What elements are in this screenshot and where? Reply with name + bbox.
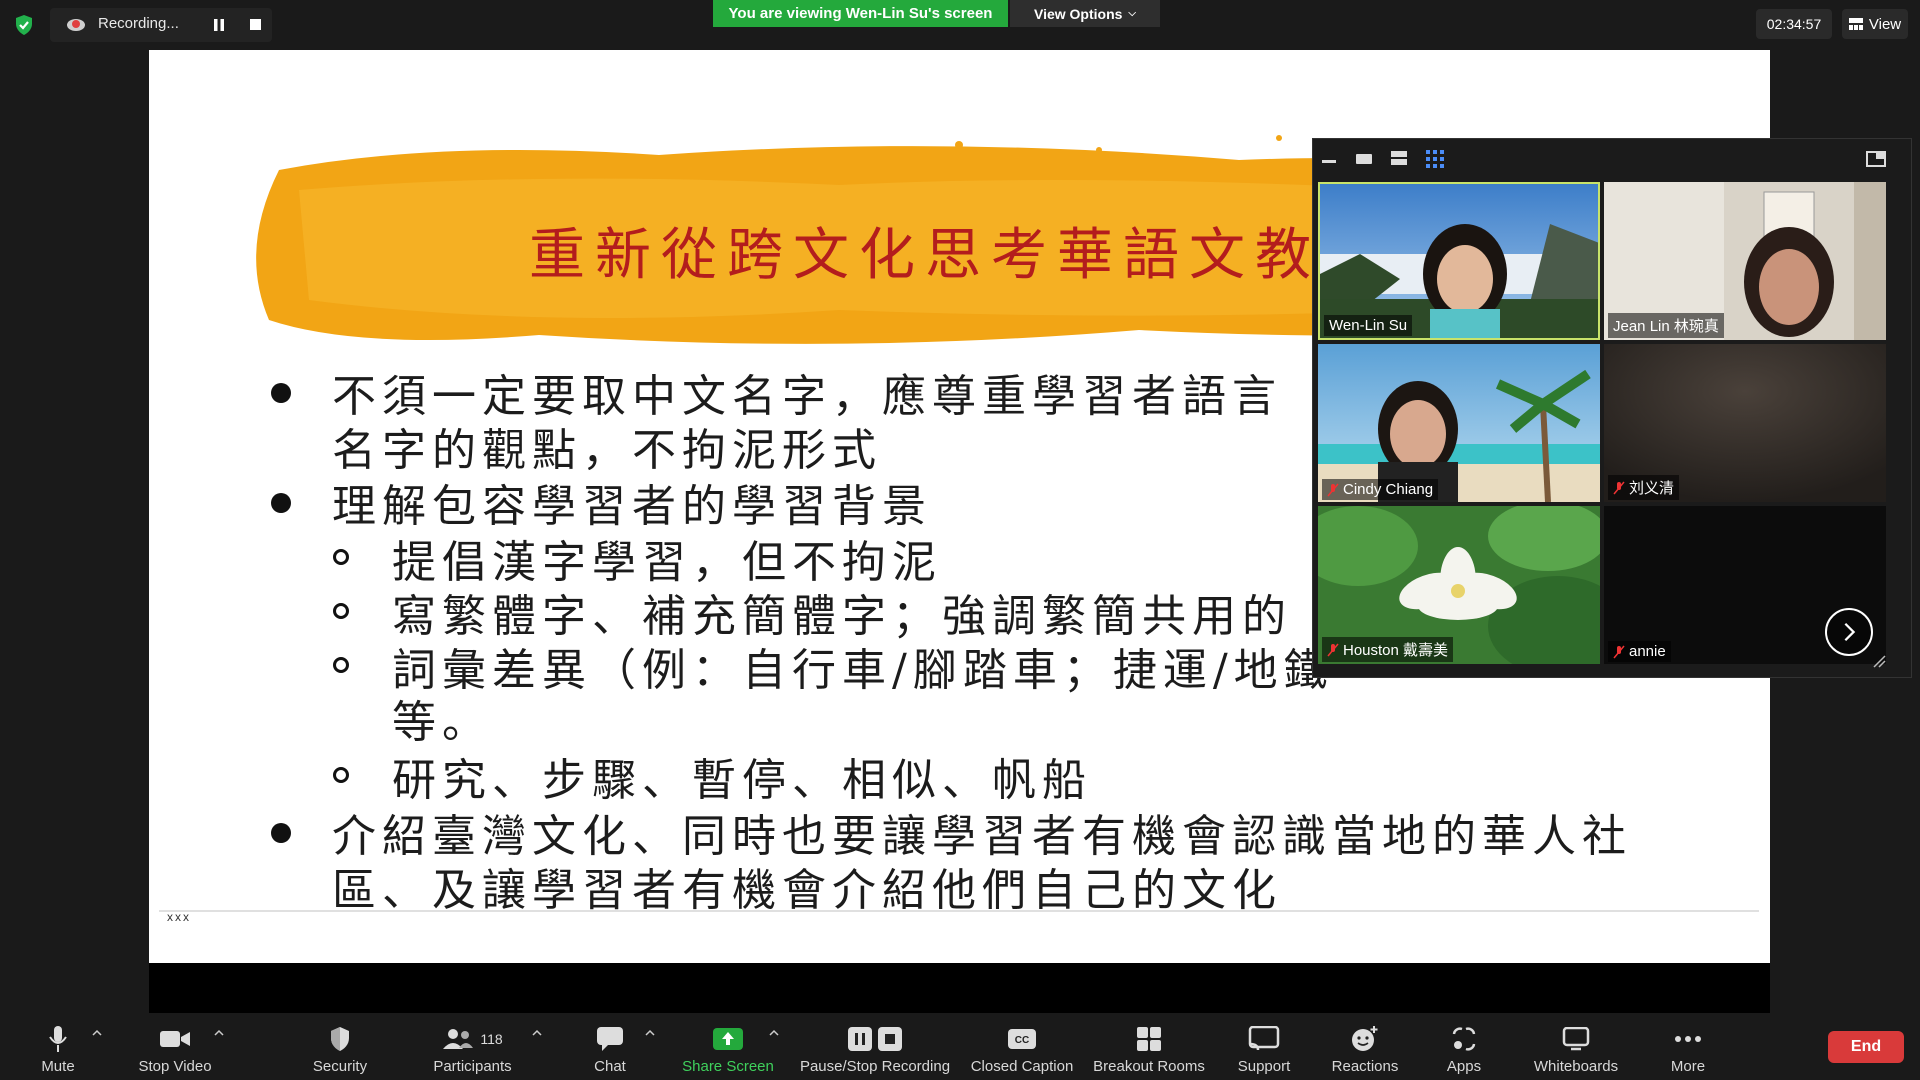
- bullet-dot: [271, 383, 291, 403]
- video-tile-liu-yiqing[interactable]: 刘义清: [1604, 344, 1886, 502]
- video-tile-cindy-chiang[interactable]: Cindy Chiang: [1318, 344, 1600, 502]
- participant-name-label: Wen-Lin Su: [1324, 315, 1413, 336]
- slide-line: 研究、步驟、暫停、相似、帆船: [392, 755, 1092, 806]
- thumbnail-view-icon[interactable]: [1356, 150, 1374, 168]
- whiteboards-button[interactable]: Whiteboards: [1526, 1020, 1626, 1080]
- meeting-toolbar: [0, 1013, 1920, 1080]
- slide-title: 重新從跨文化思考華語文教: [529, 223, 1321, 288]
- end-button[interactable]: End: [1828, 1031, 1904, 1063]
- exit-fullscreen-icon[interactable]: [1866, 150, 1886, 168]
- slide-line: 名字的觀點，不拘泥形式: [332, 425, 882, 476]
- video-tile-wen-lin-su[interactable]: Wen-Lin Su: [1318, 182, 1600, 340]
- whiteboard-icon: [1562, 1027, 1590, 1051]
- muted-microphone-icon: [1327, 483, 1339, 496]
- muted-microphone-icon: [1613, 645, 1625, 658]
- muted-microphone-icon: [1613, 481, 1625, 494]
- video-tile-jean-lin[interactable]: Jean Lin 林琬真: [1604, 182, 1886, 340]
- chevron-up-icon[interactable]: [213, 1028, 225, 1038]
- more-button[interactable]: More: [1660, 1020, 1716, 1080]
- stop-video-button[interactable]: Stop Video: [130, 1020, 220, 1080]
- speaker-strip-icon[interactable]: [1391, 150, 1409, 168]
- chevron-up-icon[interactable]: [91, 1028, 103, 1038]
- closed-caption-button[interactable]: CC Closed Caption: [968, 1020, 1076, 1080]
- pause-icon: [848, 1027, 872, 1051]
- participants-count: 118: [480, 1031, 503, 1047]
- slide-line: 詞彙差異（例：自行車/腳踏車；捷運/地鐵: [392, 645, 1334, 696]
- meeting-timer: 02:34:57: [1756, 9, 1832, 39]
- support-button[interactable]: Support: [1228, 1020, 1300, 1080]
- more-icon: [1675, 1036, 1701, 1042]
- participant-name-label: annie: [1608, 641, 1671, 662]
- chat-icon: [597, 1027, 623, 1051]
- stop-icon[interactable]: [250, 19, 261, 30]
- stop-icon: [878, 1027, 902, 1051]
- mute-button[interactable]: Mute: [28, 1020, 88, 1080]
- sub-bullet-circle: [333, 767, 349, 783]
- recording-icon: [67, 19, 85, 31]
- reactions-icon: [1352, 1026, 1378, 1051]
- chevron-down-icon: ⌵: [1128, 8, 1137, 19]
- breakout-icon: [1137, 1027, 1161, 1051]
- video-tile-houston[interactable]: Houston 戴壽美: [1318, 506, 1600, 664]
- participant-name-label: Jean Lin 林琬真: [1608, 313, 1724, 338]
- participant-name-label: Cindy Chiang: [1322, 479, 1439, 500]
- support-icon: [1248, 1026, 1280, 1051]
- security-button[interactable]: Security: [300, 1020, 380, 1080]
- resize-handle-icon[interactable]: [1872, 654, 1886, 668]
- cc-icon: CC: [1008, 1029, 1036, 1049]
- view-options-button[interactable]: View Options ⌵: [1010, 0, 1160, 27]
- slide-footer-rule: [159, 910, 1759, 912]
- participants-button[interactable]: 118 Participants: [425, 1020, 520, 1080]
- view-button[interactable]: View: [1842, 9, 1908, 39]
- shield-icon[interactable]: [12, 13, 36, 37]
- apps-button[interactable]: Apps: [1436, 1020, 1492, 1080]
- grid-icon[interactable]: [1426, 150, 1444, 168]
- slide-footer-text: xxx: [167, 910, 191, 924]
- grid-icon: [1848, 18, 1863, 30]
- recording-label: Recording...: [98, 15, 179, 32]
- sub-bullet-circle: [333, 549, 349, 565]
- participant-name-label: Houston 戴壽美: [1322, 637, 1454, 662]
- breakout-rooms-button[interactable]: Breakout Rooms: [1090, 1020, 1208, 1080]
- view-label: View: [1868, 15, 1902, 33]
- muted-microphone-icon: [1327, 643, 1339, 656]
- svg-text:CC: CC: [1015, 1035, 1029, 1046]
- reactions-button[interactable]: Reactions: [1325, 1020, 1405, 1080]
- sub-bullet-circle: [333, 657, 349, 673]
- pause-icon[interactable]: [212, 18, 226, 32]
- view-options-label: View Options: [1033, 5, 1123, 22]
- bullet-dot: [271, 493, 291, 513]
- share-screen-button[interactable]: Share Screen: [680, 1020, 776, 1080]
- chevron-right-icon[interactable]: [1825, 608, 1873, 656]
- minimize-icon[interactable]: [1322, 150, 1338, 168]
- participant-name-label: 刘义清: [1608, 475, 1680, 500]
- microphone-icon: [49, 1026, 67, 1052]
- participants-icon: [443, 1029, 474, 1049]
- bullet-dot: [271, 823, 291, 843]
- sub-bullet-circle: [333, 603, 349, 619]
- chevron-up-icon[interactable]: [644, 1028, 656, 1038]
- viewing-banner: You are viewing Wen-Lin Su's screen: [713, 0, 1008, 27]
- chevron-up-icon[interactable]: [531, 1028, 543, 1038]
- apps-icon: [1452, 1027, 1476, 1051]
- chevron-up-icon[interactable]: [768, 1028, 780, 1038]
- slide-line: 區、及讓學習者有機會介紹他們自己的文化: [332, 865, 1282, 916]
- security-icon: [331, 1027, 349, 1051]
- slide-line: 理解包容學習者的學習背景: [332, 481, 932, 532]
- slide-bottom-letterbox: [149, 963, 1770, 1013]
- share-screen-icon: [713, 1028, 743, 1050]
- chat-button[interactable]: Chat: [580, 1020, 640, 1080]
- video-icon: [160, 1031, 190, 1047]
- pause-stop-recording-button[interactable]: Pause/Stop Recording: [797, 1020, 953, 1080]
- slide-line: 等。: [392, 697, 492, 748]
